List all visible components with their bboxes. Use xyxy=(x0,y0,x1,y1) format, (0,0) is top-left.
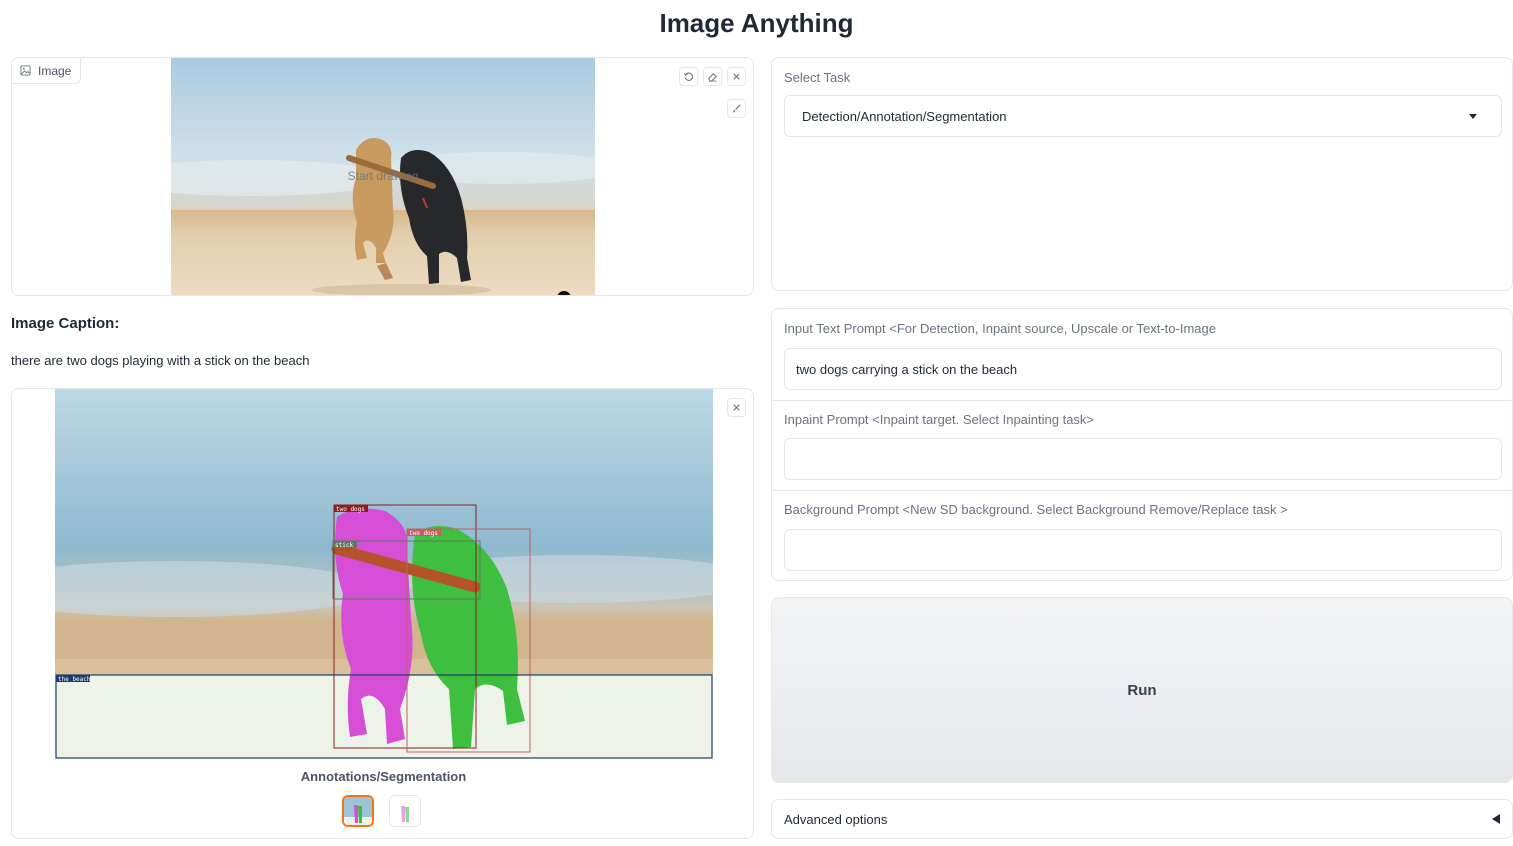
output-gallery-panel: two dogs two dogs stick the beach Annota… xyxy=(11,388,754,839)
undo-icon xyxy=(683,72,693,81)
brush-button[interactable] xyxy=(727,99,746,118)
brush-icon xyxy=(733,104,741,113)
clear-button[interactable] xyxy=(727,67,746,86)
close-icon xyxy=(733,73,740,80)
task-dropdown[interactable]: Detection/Annotation/Segmentation xyxy=(784,95,1502,137)
input-prompt-label: Input Text Prompt <For Detection, Inpain… xyxy=(784,321,1216,336)
caption-title: Image Caption: xyxy=(11,315,120,332)
input-image-panel[interactable]: Image Start drawing xyxy=(11,57,754,296)
caption-text: there are two dogs playing with a stick … xyxy=(11,353,310,368)
dropdown-caret-icon xyxy=(1469,114,1477,119)
box-label-dogs-2: two dogs xyxy=(409,530,438,537)
task-panel: Select Task Detection/Annotation/Segment… xyxy=(771,57,1513,291)
page-title: Image Anything xyxy=(659,8,854,38)
select-task-label: Select Task xyxy=(784,70,851,85)
annotated-result-image[interactable]: two dogs two dogs stick the beach xyxy=(55,389,713,759)
eraser-icon xyxy=(708,73,717,82)
divider xyxy=(772,400,1512,401)
background-prompt-field[interactable] xyxy=(784,529,1502,571)
collapse-triangle-icon xyxy=(1492,814,1500,824)
close-icon xyxy=(733,404,740,411)
advanced-options-label: Advanced options xyxy=(784,811,888,827)
image-icon xyxy=(20,65,31,76)
box-label-dogs-1: two dogs xyxy=(336,506,365,513)
gallery-caption: Annotations/Segmentation xyxy=(300,769,467,784)
divider xyxy=(772,490,1512,491)
thumbnail-annotations[interactable] xyxy=(342,795,374,827)
undo-button[interactable] xyxy=(679,67,698,86)
erase-button[interactable] xyxy=(703,67,722,86)
advanced-options-accordion[interactable]: Advanced options xyxy=(771,799,1513,839)
inpaint-prompt-field[interactable] xyxy=(784,438,1502,480)
start-drawing-overlay: Start drawing xyxy=(348,169,419,183)
input-photo[interactable]: Start drawing xyxy=(171,58,595,295)
box-label-beach: the beach xyxy=(58,676,91,683)
image-label: Image xyxy=(38,63,72,78)
run-button[interactable]: Run xyxy=(771,597,1513,783)
background-prompt-label: Background Prompt <New SD background. Se… xyxy=(784,502,1288,517)
close-gallery-button[interactable] xyxy=(727,398,746,417)
task-dropdown-value: Detection/Annotation/Segmentation xyxy=(802,108,1007,124)
input-prompt-field[interactable] xyxy=(784,348,1502,390)
image-label-tag: Image xyxy=(12,58,82,84)
box-label-stick: stick xyxy=(335,542,353,549)
inpaint-prompt-label: Inpaint Prompt <Inpaint target. Select I… xyxy=(784,412,1095,427)
thumbnail-segmentation[interactable] xyxy=(389,795,421,827)
prompts-panel: Input Text Prompt <For Detection, Inpain… xyxy=(771,308,1513,581)
